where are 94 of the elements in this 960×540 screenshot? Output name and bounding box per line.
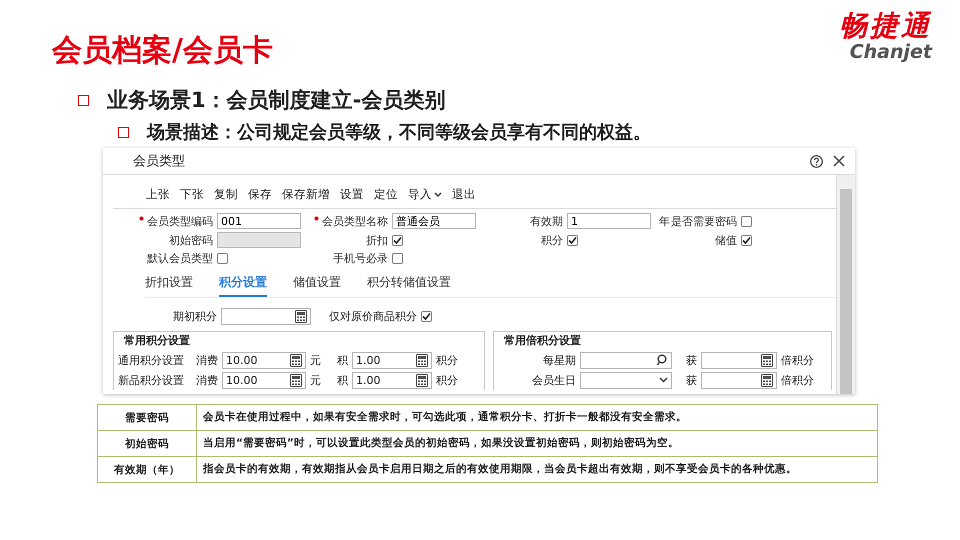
calculator-icon[interactable] [290,354,302,366]
field-label: 积 [337,352,348,368]
help-icon[interactable] [810,154,823,168]
field-label: 会员类型名称 [322,214,388,228]
number-field[interactable]: 1.00 [352,372,432,388]
checkbox[interactable] [392,253,403,264]
dropdown-field[interactable] [580,372,672,388]
unit-label: 积分 [436,352,458,368]
calculator-icon[interactable] [761,354,773,366]
field-label: 积分 [541,232,563,248]
number-field[interactable] [701,352,777,368]
field-value: 1.00 [356,374,380,386]
close-icon[interactable] [833,155,845,167]
bullet-icon [118,126,129,138]
tab[interactable]: 储值设置 [293,272,341,297]
search-icon [656,354,668,366]
group-title: 常用积分设置 [122,333,192,348]
toolbar-button[interactable]: 复制 [214,187,238,202]
caret-icon [434,192,442,198]
row-label: 新品积分设置 [118,372,185,388]
field-value: 10.00 [226,354,258,366]
dialog-title: 会员类型 [133,153,186,170]
row-label: 每星期 [543,352,576,368]
checkbox[interactable] [567,234,578,246]
field-value: 1.00 [356,354,380,366]
number-field[interactable]: 1.00 [352,352,432,368]
number-field[interactable] [701,372,777,388]
checkbox[interactable] [421,311,432,322]
field-label: 仅对原价商品积分 [329,309,417,324]
logo-text: 畅捷通 [839,10,932,42]
tab[interactable]: 积分转储值设置 [367,272,451,297]
toolbar-button[interactable]: 设置 [340,187,364,202]
checkbox[interactable] [741,216,752,226]
field-label: 会员类型编码 [147,214,213,228]
field-label: 获 [686,352,697,368]
toolbar-button[interactable]: 保存 [248,187,272,202]
checkbox[interactable] [392,234,403,246]
number-field[interactable]: 10.00 [222,352,306,368]
field-label: 初始密码 [169,232,213,248]
bullet-icon [78,94,89,106]
text-field[interactable]: 001 [217,213,301,229]
checkbox[interactable] [217,253,228,264]
term-cell: 有效期（年） [98,456,196,482]
checkbox[interactable] [741,234,752,246]
field-label: 手机号必录 [333,251,388,266]
calculator-icon[interactable] [290,374,302,386]
toolbar-button[interactable]: 导入 [408,187,442,202]
field-label: 积 [337,372,348,388]
calculator-icon[interactable] [416,374,428,386]
row-label: 通用积分设置 [118,352,185,368]
chevron-icon [659,377,668,383]
number-field[interactable]: 10.00 [222,372,306,388]
unit-label: 年 [659,214,670,228]
field-label: 消费 [196,352,218,368]
unit-label: 元 [310,352,321,368]
row-label: 会员生日 [532,372,576,388]
text-field[interactable]: 1 [567,213,651,229]
field-label: 有效期 [530,214,563,228]
field-value: 10.00 [226,374,258,386]
field-label: 消费 [196,372,218,388]
tab[interactable]: 积分设置 [219,272,267,297]
toolbar-button[interactable]: 定位 [374,187,398,202]
field-label: 折扣 [366,232,388,248]
field-label: 获 [686,372,697,388]
slide-title: 会员档案/会员卡 [52,32,273,70]
toolbar-button[interactable]: 下张 [180,187,204,202]
toolbar-button[interactable]: 退出 [452,187,476,202]
lookup-field[interactable] [580,352,672,368]
description-cell: 会员卡在使用过程中，如果有安全需求时，可勾选此项，通常积分卡、打折卡一般都没有安全需求。 [196,404,878,430]
term-cell: 初始密码 [98,430,196,456]
bullet-text: 业务场景1：会员制度建立-会员类别 [107,87,446,114]
field-label: 储值 [715,232,737,248]
field-label: 期初积分 [173,309,217,324]
group-title: 常用倍积分设置 [502,333,583,348]
unit-label: 积分 [436,372,458,388]
calculator-icon[interactable] [761,374,773,386]
field-label: 是否需要密码 [671,214,737,228]
description-cell: 当启用“需要密码”时，可以设置此类型会员的初始密码，如果没设置初始密码，则初始密码为空。 [196,430,878,456]
field-label: 默认会员类型 [147,251,213,266]
term-cell: 需要密码 [98,404,196,430]
unit-label: 倍积分 [781,352,814,368]
scrollbar[interactable] [836,175,855,394]
calculator-icon[interactable] [416,354,428,366]
number-field[interactable] [221,308,311,325]
tab[interactable]: 折扣设置 [145,272,193,297]
toolbar-button[interactable]: 上张 [146,187,170,202]
logo-subtext: Chanjet [850,42,932,62]
bullet-text: 场景描述：公司规定会员等级，不同等级会员享有不同的权益。 [147,121,651,144]
unit-label: 倍积分 [781,372,814,388]
text-field[interactable]: 普通会员 [392,213,476,229]
description-cell: 指会员卡的有效期，有效期指从会员卡启用日期之后的有效使用期限，当会员卡超出有效期，则不享受会员卡的各种优惠。 [196,456,878,482]
unit-label: 元 [310,372,321,388]
calculator-icon[interactable] [295,310,307,323]
toolbar-button[interactable]: 保存新增 [282,187,330,202]
